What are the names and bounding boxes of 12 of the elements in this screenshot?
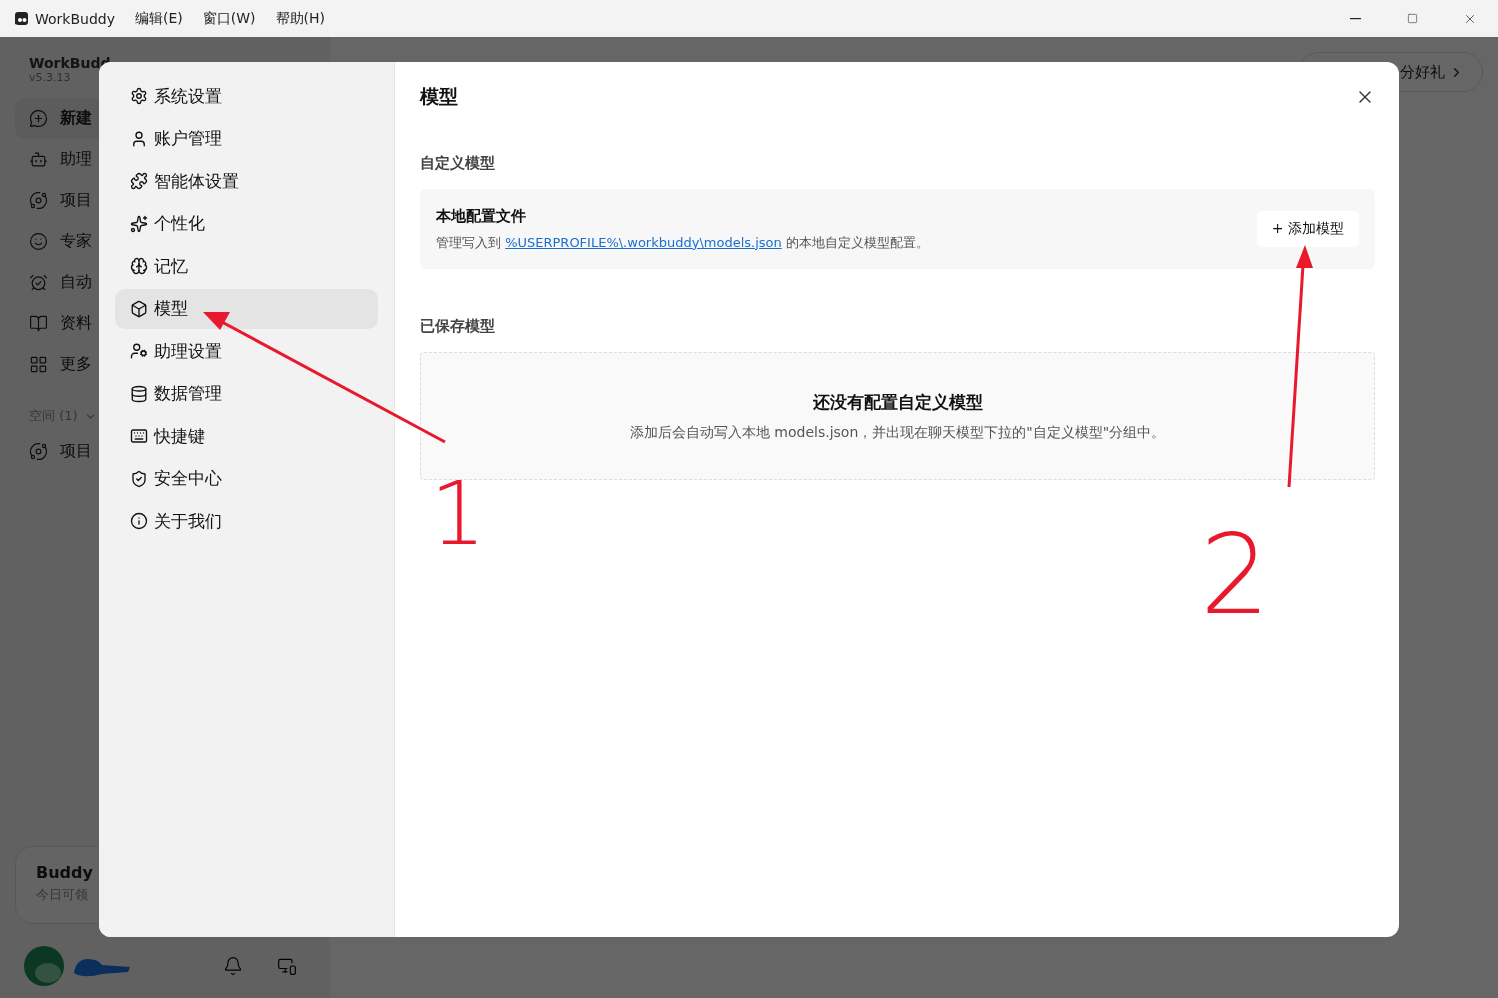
card-description: 管理写入到 %USERPROFILE%\.workbuddy\models.json 的本地自定义模型配置。 [436, 233, 929, 252]
card-title: 本地配置文件 [436, 206, 527, 226]
annotation-number: 2 [1200, 520, 1270, 630]
section-heading: 自定义模型 [420, 154, 496, 173]
brand-name: WorkBudd [28, 55, 112, 71]
section-heading: 已保存模型 [420, 317, 496, 336]
dialog-title: 模型 [420, 84, 458, 109]
empty-title: 还没有配置自定义模型 [812, 390, 983, 414]
annotation-number: 1 [430, 470, 486, 558]
app-name: WorkBuddy [35, 10, 115, 27]
promo-title: Buddy [36, 863, 94, 882]
empty-description: 添加后会自动写入本地 models.json，并出现在聊天模型下拉的"自定义模型"分组中。 [629, 423, 1166, 442]
